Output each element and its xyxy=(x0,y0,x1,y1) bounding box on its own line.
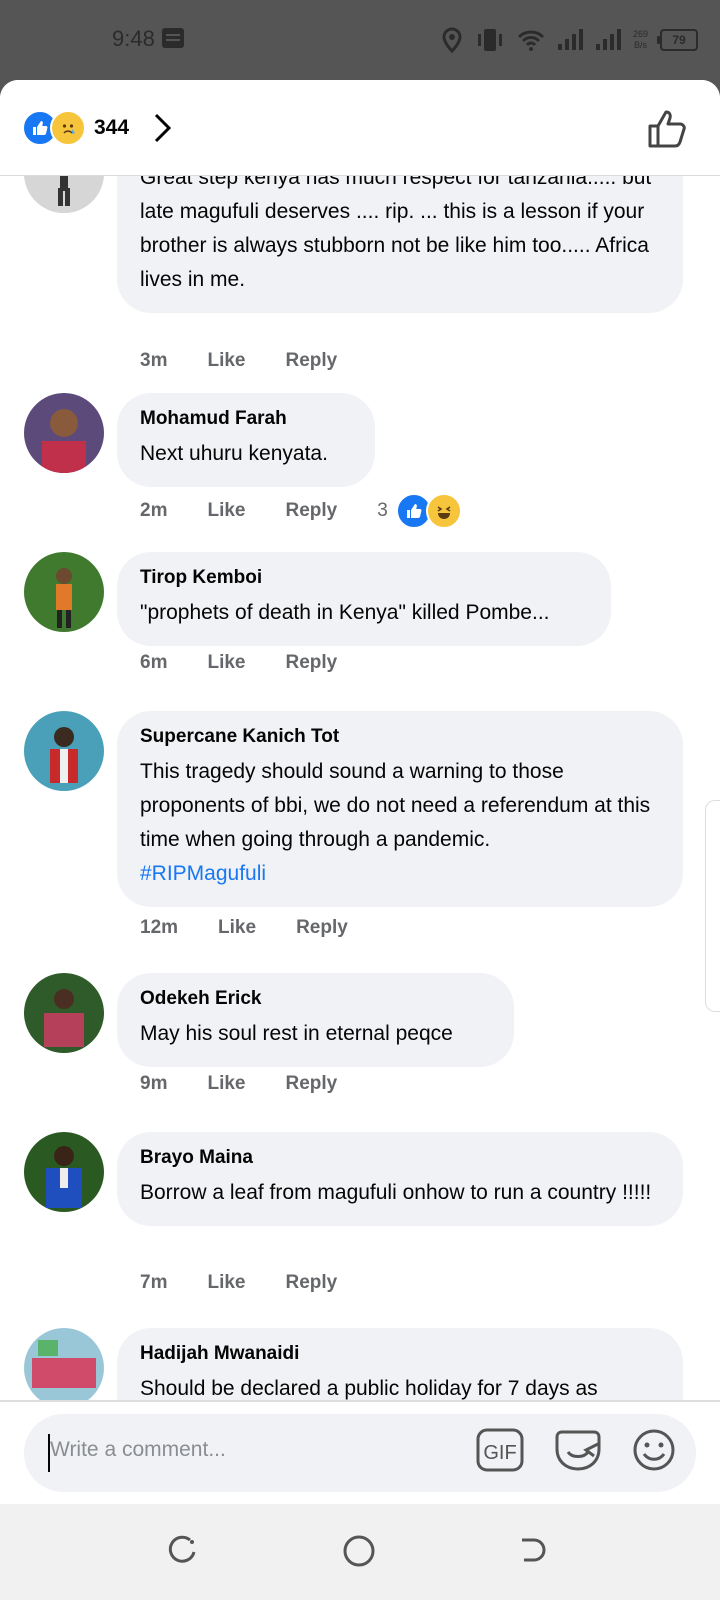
avatar[interactable] xyxy=(24,1132,104,1212)
comment-text: May his soul rest in eternal peqce xyxy=(140,1022,453,1045)
comment-input[interactable]: Write a comment... GIF xyxy=(24,1414,696,1492)
like-button-icon[interactable] xyxy=(646,106,690,150)
like-link[interactable]: Like xyxy=(207,500,245,522)
scroll-handle[interactable] xyxy=(705,800,720,1012)
status-bar: 9:48 269 B/s 79 xyxy=(0,0,720,80)
like-link[interactable]: Like xyxy=(207,350,245,372)
comment-time: 9m xyxy=(140,1073,168,1094)
avatar[interactable] xyxy=(24,1328,104,1400)
comment-text: Borrow a leaf from magufuli onhow to run… xyxy=(140,1181,652,1204)
comment-author[interactable]: Odekeh Erick xyxy=(140,987,490,1011)
comments-list: Great step kenya has much respect for ta… xyxy=(0,115,720,1400)
comments-sheet: 344 Great step kenya has much respect fo… xyxy=(0,80,720,1400)
reactions-header: 344 xyxy=(0,80,720,176)
battery-indicator: 79 xyxy=(657,29,698,51)
wifi-icon xyxy=(517,30,545,51)
signal-icon xyxy=(557,29,583,50)
sticker-icon[interactable] xyxy=(554,1428,602,1472)
comment-meta: 6m Like Reply xyxy=(140,652,377,674)
signal-icon-2 xyxy=(595,29,621,50)
reactions-summary[interactable]: 344 xyxy=(22,110,173,146)
gif-icon[interactable]: GIF xyxy=(476,1428,524,1472)
comment-bubble[interactable]: Hadijah Mwanaidi Should be declared a pu… xyxy=(117,1328,683,1400)
avatar[interactable] xyxy=(24,393,104,473)
like-link[interactable]: Like xyxy=(207,652,245,674)
vibrate-icon xyxy=(477,29,502,51)
hashtag-link[interactable]: #RIPMagufuli xyxy=(140,857,659,891)
comment-text: Should be declared a public holiday for … xyxy=(140,1377,598,1400)
comment-bubble[interactable]: Odekeh Erick May his soul rest in eterna… xyxy=(117,973,514,1067)
reply-link[interactable]: Reply xyxy=(286,500,338,522)
notification-icon xyxy=(162,28,184,48)
system-nav-bar xyxy=(0,1504,720,1600)
comment-reaction-count: 3 xyxy=(377,500,388,521)
comment-author[interactable]: Supercane Kanich Tot xyxy=(140,725,659,749)
reply-link[interactable]: Reply xyxy=(286,350,338,372)
comment-time: 7m xyxy=(140,1272,168,1293)
comment-placeholder: Write a comment... xyxy=(50,1438,226,1461)
comment-time: 2m xyxy=(140,500,168,521)
haha-icon xyxy=(425,493,462,529)
comment-author[interactable]: Brayo Maina xyxy=(140,1146,659,1170)
emoji-icon[interactable] xyxy=(632,1428,676,1472)
comment-text: This tragedy should sound a warning to t… xyxy=(140,760,651,851)
comment-time: 3m xyxy=(140,350,168,371)
comment-meta: 3m Like Reply xyxy=(140,350,377,372)
network-speed: 269 B/s xyxy=(632,29,648,50)
like-link[interactable]: Like xyxy=(218,917,256,939)
comment-bubble[interactable]: Supercane Kanich Tot This tragedy should… xyxy=(117,711,683,907)
chevron-right-icon[interactable] xyxy=(153,112,173,144)
comment-author[interactable]: Hadijah Mwanaidi xyxy=(140,1342,659,1366)
svg-text:GIF: GIF xyxy=(483,1442,516,1464)
comment-author[interactable]: Mohamud Farah xyxy=(140,407,351,431)
recent-apps-icon[interactable] xyxy=(166,1534,198,1566)
reaction-count: 344 xyxy=(94,116,130,139)
comment-text: "prophets of death in Kenya" killed Pomb… xyxy=(140,601,550,624)
comment-meta: 9m Like Reply xyxy=(140,1073,377,1095)
comment-meta: 12m Like Reply xyxy=(140,917,388,939)
avatar[interactable] xyxy=(24,711,104,791)
comment-time: 12m xyxy=(140,917,179,938)
avatar[interactable] xyxy=(24,552,104,632)
reply-link[interactable]: Reply xyxy=(296,917,348,939)
comment-reactions[interactable]: 3 xyxy=(377,493,462,529)
like-link[interactable]: Like xyxy=(207,1272,245,1294)
like-link[interactable]: Like xyxy=(207,1073,245,1095)
comment-bubble[interactable]: Brayo Maina Borrow a leaf from magufuli … xyxy=(117,1132,683,1226)
reply-link[interactable]: Reply xyxy=(286,1272,338,1294)
comment-bubble[interactable]: Mohamud Farah Next uhuru kenyata. xyxy=(117,393,375,487)
comment-meta: 2m Like Reply 3 xyxy=(140,493,462,529)
home-icon[interactable] xyxy=(342,1534,376,1568)
reply-link[interactable]: Reply xyxy=(286,1073,338,1095)
status-time: 9:48 xyxy=(112,26,155,51)
sad-icon xyxy=(50,110,86,146)
comment-composer: Write a comment... GIF xyxy=(0,1400,720,1504)
avatar[interactable] xyxy=(24,973,104,1053)
comment-meta: 7m Like Reply xyxy=(140,1272,377,1294)
comment-author[interactable]: Tirop Kemboi xyxy=(140,566,587,590)
location-icon xyxy=(442,27,462,53)
reply-link[interactable]: Reply xyxy=(286,652,338,674)
comment-text: Next uhuru kenyata. xyxy=(140,442,328,465)
comment-bubble[interactable]: Tirop Kemboi "prophets of death in Kenya… xyxy=(117,552,611,646)
back-icon[interactable] xyxy=(518,1534,550,1566)
comment-time: 6m xyxy=(140,652,168,673)
